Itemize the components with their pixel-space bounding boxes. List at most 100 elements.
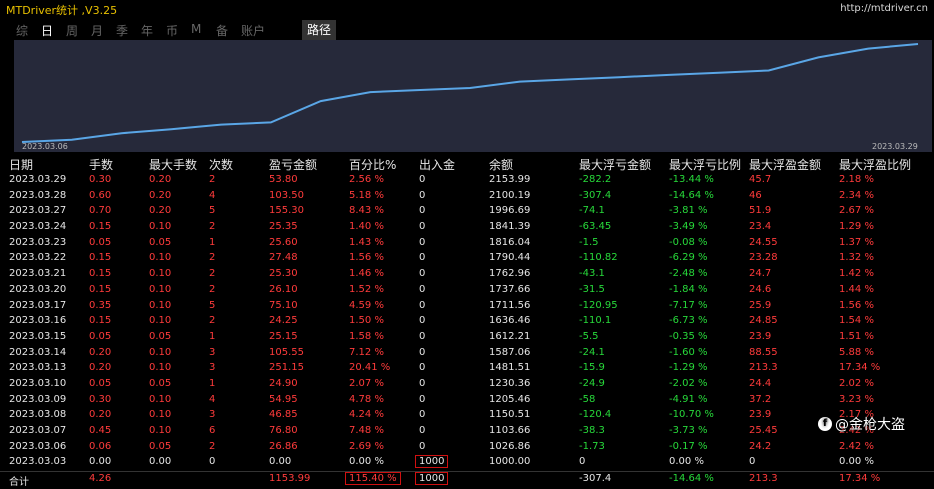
- cell-fla: -5.5: [579, 330, 599, 342]
- cell-date: 2023.03.10: [9, 377, 67, 389]
- cell-fpr: 3.23 %: [839, 393, 874, 405]
- tab-1[interactable]: 日: [41, 22, 53, 39]
- cell-date: 2023.03.27: [9, 205, 67, 217]
- cell-date: 2023.03.29: [9, 174, 67, 185]
- cell-pnl: 46.85: [269, 409, 298, 421]
- cell-fpr: 1.51 %: [839, 330, 874, 342]
- equity-line: [21, 43, 919, 143]
- cell-flr: -13.44 %: [669, 174, 714, 185]
- cell-fpr: 1.54 %: [839, 315, 874, 327]
- cell-max_hand: 0.10: [149, 252, 172, 264]
- cell-fpa: 45.7: [749, 174, 772, 185]
- cell-max_hand: 0.10: [149, 283, 172, 295]
- total-max-float-profit-pct: 17.34 %: [839, 473, 881, 485]
- cell-fla: -282.2: [579, 174, 612, 185]
- cell-io: 0: [419, 377, 426, 389]
- header-max-float-loss-pct: 最大浮亏比例: [669, 158, 742, 172]
- cell-pct: 1.58 %: [349, 330, 384, 342]
- cell-balance: 1481.51: [489, 362, 531, 374]
- cell-balance: 1230.36: [489, 377, 531, 389]
- cell-pnl: 26.10: [269, 283, 298, 295]
- cell-max_hand: 0.10: [149, 221, 172, 233]
- cell-date: 2023.03.06: [9, 440, 67, 452]
- cell-io: 0: [419, 268, 426, 280]
- cell-pct: 7.12 %: [349, 346, 384, 358]
- cell-fpa: 24.85: [749, 315, 778, 327]
- cell-hand: 0.60: [89, 189, 112, 201]
- cell-io: 0: [419, 330, 426, 342]
- cell-fla: -24.1: [579, 346, 605, 358]
- cell-date: 2023.03.14: [9, 346, 67, 358]
- cell-date: 2023.03.22: [9, 252, 67, 264]
- cell-count: 1: [209, 236, 216, 248]
- cell-pct: 2.56 %: [349, 174, 384, 185]
- cell-fpa: 25.9: [749, 299, 772, 311]
- cell-max_hand: 0.10: [149, 362, 172, 374]
- cell-count: 3: [209, 409, 216, 421]
- total-label: 合计: [9, 477, 29, 489]
- watermark: f @金枪大盗: [818, 414, 905, 436]
- cell-date: 2023.03.17: [9, 299, 67, 311]
- cell-flr: -0.08 %: [669, 236, 708, 248]
- cell-io: 0: [419, 174, 426, 185]
- cell-pct: 20.41 %: [349, 362, 391, 374]
- tab-2[interactable]: 周: [66, 22, 78, 39]
- cell-fla: -43.1: [579, 268, 605, 280]
- cell-fpa: 24.55: [749, 236, 778, 248]
- cell-balance: 1636.46: [489, 315, 531, 327]
- table-row: 2023.03.22 0.15 0.10 2 27.48 1.56 % 0 1790.44 -1…: [0, 251, 934, 267]
- tab-6[interactable]: 币: [166, 22, 178, 39]
- cell-fpr: 1.42 %: [839, 268, 874, 280]
- table-row: 2023.03.14 0.20 0.10 3 105.55 7.12 % 0 1587.06 -…: [0, 346, 934, 362]
- cell-pnl: 76.80: [269, 425, 298, 436]
- cell-fla: -1.73: [579, 440, 605, 452]
- cell-flr: -3.81 %: [669, 205, 708, 217]
- cell-io: 1000: [415, 455, 449, 469]
- total-pnl: 1153.99: [269, 473, 311, 485]
- table-row: 2023.03.09 0.30 0.10 4 54.95 4.78 % 0 1205.46 -5…: [0, 393, 934, 409]
- cell-balance: 1612.21: [489, 330, 531, 342]
- cell-date: 2023.03.15: [9, 330, 67, 342]
- header-max-float-loss: 最大浮亏金额: [579, 158, 652, 172]
- cell-pnl: 54.95: [269, 393, 298, 405]
- cell-fla: -31.5: [579, 283, 605, 295]
- website-link[interactable]: http://mtdriver.cn: [840, 3, 928, 14]
- cell-flr: -2.48 %: [669, 268, 708, 280]
- cell-fpr: 2.18 %: [839, 174, 874, 185]
- tab-7[interactable]: M: [191, 22, 201, 36]
- cell-date: 2023.03.13: [9, 362, 67, 374]
- cell-fla: -63.45: [579, 221, 612, 233]
- cell-pnl: 103.50: [269, 189, 304, 201]
- cell-hand: 0.00: [89, 456, 112, 468]
- cell-pnl: 251.15: [269, 362, 304, 374]
- table-row: 2023.03.17 0.35 0.10 5 75.10 4.59 % 0 1711.56 -1…: [0, 299, 934, 315]
- header-date: 日期: [9, 158, 34, 172]
- tab-8[interactable]: 备: [216, 22, 228, 39]
- cell-max_hand: 0.10: [149, 393, 172, 405]
- cell-hand: 0.15: [89, 268, 112, 280]
- cell-fla: -74.1: [579, 205, 605, 217]
- table-row: 2023.03.29 0.30 0.20 2 53.80 2.56 % 0 2153.99 -2…: [0, 173, 934, 189]
- tab-4[interactable]: 季: [116, 22, 128, 39]
- cell-balance: 1000.00: [489, 456, 531, 468]
- tab-9[interactable]: 账户: [241, 22, 265, 39]
- tab-5[interactable]: 年: [141, 22, 153, 39]
- cell-max_hand: 0.10: [149, 299, 172, 311]
- cell-max_hand: 0.10: [149, 409, 172, 421]
- cell-fpa: 46: [749, 189, 762, 201]
- cell-fla: 0: [579, 456, 586, 468]
- cell-count: 2: [209, 315, 216, 327]
- cell-io: 0: [419, 189, 426, 201]
- tab-0[interactable]: 综: [16, 22, 28, 39]
- stats-table: 日期 手数 最大手数 次数 盈亏金额 百分比% 出入金 余额 最大浮亏金额 最大…: [0, 156, 934, 489]
- cell-io: 0: [419, 205, 426, 217]
- tab-3[interactable]: 月: [91, 22, 103, 39]
- cell-io: 0: [419, 393, 426, 405]
- total-io: 1000: [415, 472, 449, 486]
- cell-balance: 1150.51: [489, 409, 531, 421]
- cell-io: 0: [419, 346, 426, 358]
- route-button[interactable]: 路径: [302, 20, 336, 40]
- cell-io: 0: [419, 299, 426, 311]
- cell-flr: -1.84 %: [669, 283, 708, 295]
- cell-hand: 0.30: [89, 174, 112, 185]
